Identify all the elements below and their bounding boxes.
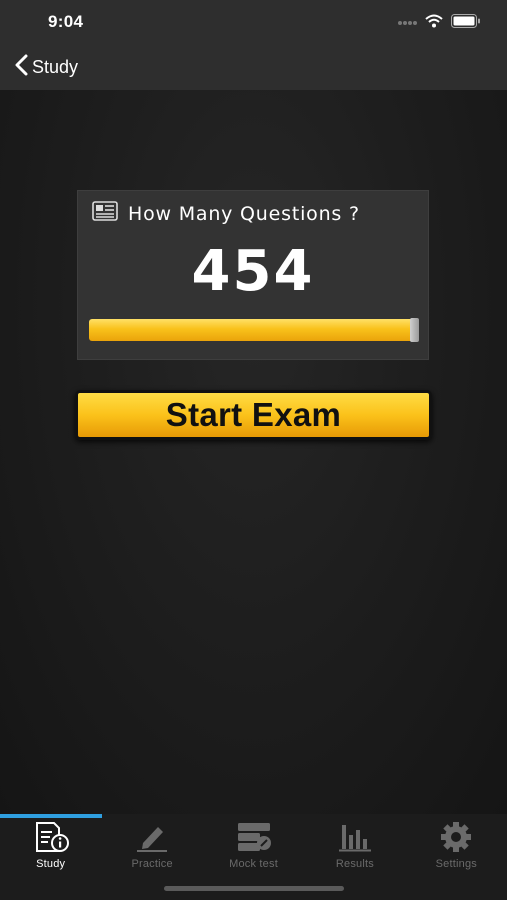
back-label: Study: [32, 56, 79, 77]
tabs: Study Practice Mock test Results Setting…: [0, 818, 507, 874]
nav-bar: Study: [0, 44, 507, 90]
start-exam-button[interactable]: Start Exam: [75, 390, 432, 440]
tab-results[interactable]: Results: [304, 818, 405, 874]
gear-icon: [437, 820, 475, 854]
card-header: How Many Questions ?: [92, 201, 360, 226]
tab-label-mock-test: Mock test: [229, 858, 278, 870]
back-button[interactable]: Study: [14, 54, 78, 80]
slider-fill: [89, 319, 419, 341]
bar-chart-icon: [336, 820, 374, 854]
tab-mock-test[interactable]: Mock test: [203, 818, 304, 874]
main-content: How Many Questions ? 454 Start Exam: [0, 90, 507, 814]
tab-label-results: Results: [335, 858, 374, 870]
card-title: How Many Questions ?: [128, 202, 360, 225]
start-exam-label: Start Exam: [165, 396, 342, 433]
tab-practice[interactable]: Practice: [101, 818, 202, 874]
status-bar: 9:04: [0, 0, 507, 44]
chevron-left-icon: [14, 54, 28, 81]
mock-test-icon: [235, 820, 273, 854]
tab-study[interactable]: Study: [0, 818, 101, 874]
question-count-value: 454: [191, 239, 315, 304]
question-count-slider[interactable]: [89, 318, 419, 342]
question-count-card: How Many Questions ? 454: [77, 190, 429, 360]
tab-bar: Study Practice Mock test Results Setting…: [0, 814, 507, 900]
pencil-icon: [133, 820, 171, 854]
battery-icon: [451, 14, 481, 33]
tab-label-settings: Settings: [435, 858, 477, 870]
cellular-signal-icon: [397, 15, 417, 33]
tab-label-study: Study: [36, 858, 66, 870]
status-time: 9:04: [48, 12, 84, 31]
tab-label-practice: Practice: [131, 858, 173, 870]
slider-thumb[interactable]: [410, 318, 419, 342]
status-icons: [397, 14, 481, 33]
newspaper-icon: [92, 201, 118, 226]
home-indicator: [164, 886, 344, 891]
tab-settings[interactable]: Settings: [406, 818, 507, 874]
study-info-icon: [32, 820, 70, 854]
wifi-icon: [425, 14, 443, 33]
